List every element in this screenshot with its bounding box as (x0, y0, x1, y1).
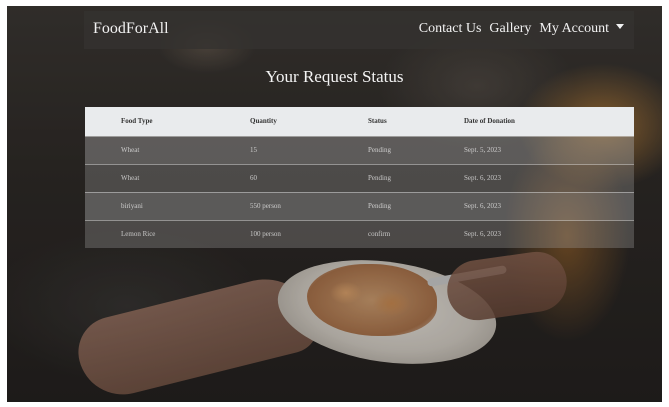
table-header-row: Food Type Quantity Status Date of Donati… (85, 107, 634, 136)
table-row: biriyani 550 person Pending Sept. 6, 202… (85, 191, 634, 220)
page-title: Your Request Status (265, 67, 404, 86)
cell-quantity: 550 person (250, 191, 368, 220)
header-date-of-donation: Date of Donation (464, 117, 515, 126)
cell-quantity: 100 person (250, 219, 368, 248)
header-quantity: Quantity (250, 117, 277, 126)
cell-food-type: Wheat (85, 135, 250, 164)
header-food-type: Food Type (121, 117, 153, 126)
table-row: Wheat 15 Pending Sept. 5, 2023 (85, 135, 634, 164)
cell-food-type: biriyani (85, 191, 250, 220)
header-status: Status (368, 117, 387, 126)
cell-food-type: Wheat (85, 163, 250, 192)
table-row: Lemon Rice 100 person confirm Sept. 6, 2… (85, 219, 634, 248)
page-frame: FoodForAll Contact Us Gallery My Account… (7, 6, 662, 402)
cell-food-type: Lemon Rice (85, 219, 250, 248)
table-row: Wheat 60 Pending Sept. 6, 2023 (85, 163, 634, 192)
cell-date: Sept. 6, 2023 (464, 219, 634, 248)
cell-status: Pending (368, 191, 464, 220)
nav-contact-us[interactable]: Contact Us (419, 21, 482, 37)
caret-down-icon (616, 24, 624, 30)
cell-status: Pending (368, 163, 464, 192)
cell-status: confirm (368, 219, 464, 248)
request-status-table: Food Type Quantity Status Date of Donati… (85, 107, 634, 248)
cell-quantity: 60 (250, 163, 368, 192)
cell-date: Sept. 6, 2023 (464, 163, 634, 192)
nav-my-account-label: My Account (539, 21, 609, 36)
cell-status: Pending (368, 135, 464, 164)
cell-date: Sept. 6, 2023 (464, 191, 634, 220)
brand-logo[interactable]: FoodForAll (93, 20, 169, 38)
nav-gallery[interactable]: Gallery (489, 21, 531, 37)
cell-quantity: 15 (250, 135, 368, 164)
nav-links: Contact Us Gallery My Account (411, 21, 624, 37)
nav-my-account-dropdown[interactable]: My Account (539, 21, 624, 37)
cell-date: Sept. 5, 2023 (464, 135, 634, 164)
navbar: FoodForAll Contact Us Gallery My Account (84, 11, 634, 49)
